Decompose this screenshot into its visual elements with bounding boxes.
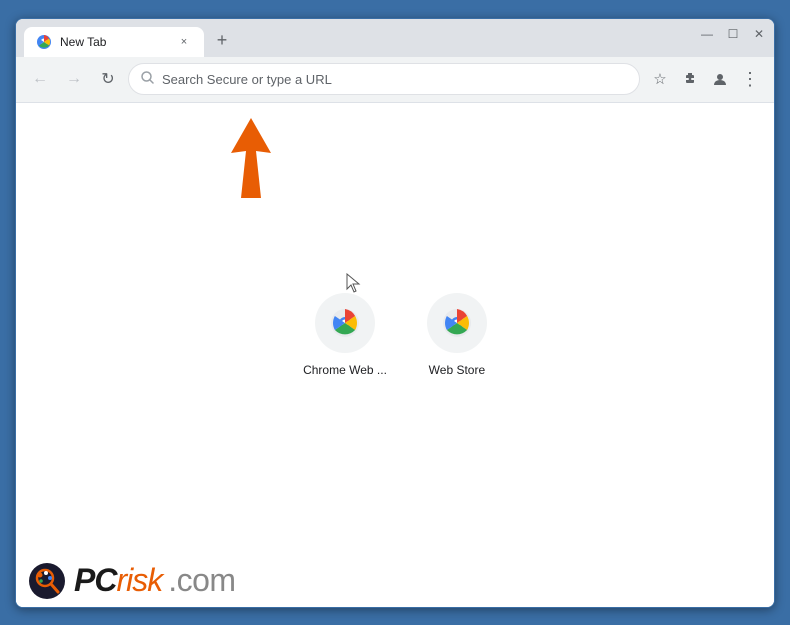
back-arrow-icon: ← xyxy=(32,70,48,88)
shortcut-chrome-web[interactable]: Chrome Web ... xyxy=(303,293,387,377)
menu-icon: ⋮ xyxy=(741,69,759,90)
watermark-text-domain: .com xyxy=(168,562,235,599)
tab-title: New Tab xyxy=(60,35,168,49)
chrome-logo-2-icon xyxy=(442,308,472,338)
tab-favicon xyxy=(36,34,52,50)
toolbar: ← → ↻ Search Secure or type a URL ☆ xyxy=(16,57,774,103)
window-controls: — ☐ ✕ xyxy=(700,27,766,41)
omnibox-placeholder: Search Secure or type a URL xyxy=(162,72,627,87)
chrome-logo-icon xyxy=(330,308,360,338)
profile-button[interactable] xyxy=(706,65,734,93)
bookmark-icon: ☆ xyxy=(653,70,666,88)
toolbar-actions: ☆ ⋮ xyxy=(646,65,764,93)
content-area: Chrome Web ... Web Store xyxy=(16,103,774,607)
watermark-text-pc: PCrisk xyxy=(74,562,162,599)
shortcut-chrome-web-icon xyxy=(315,293,375,353)
shortcut-web-store-label: Web Store xyxy=(429,363,485,377)
maximize-button[interactable]: ☐ xyxy=(726,27,740,41)
search-icon xyxy=(141,71,154,87)
close-button[interactable]: ✕ xyxy=(752,27,766,41)
refresh-icon: ↻ xyxy=(101,69,114,89)
omnibox[interactable]: Search Secure or type a URL xyxy=(128,63,640,95)
title-bar: New Tab × + — ☐ ✕ xyxy=(16,19,774,57)
watermark-logo: PCrisk.com xyxy=(74,562,236,599)
new-tab-button[interactable]: + xyxy=(208,27,236,55)
back-button[interactable]: ← xyxy=(26,65,54,93)
extensions-icon xyxy=(682,71,698,87)
shortcut-web-store-icon xyxy=(427,293,487,353)
pcrisk-logo-icon xyxy=(28,562,66,600)
minimize-button[interactable]: — xyxy=(700,27,714,41)
watermark-text-risk: risk xyxy=(116,562,162,598)
shortcut-web-store[interactable]: Web Store xyxy=(427,293,487,377)
forward-arrow-icon: → xyxy=(66,70,82,88)
shortcuts-grid: Chrome Web ... Web Store xyxy=(303,293,487,377)
menu-button[interactable]: ⋮ xyxy=(736,65,764,93)
browser-window: New Tab × + — ☐ ✕ ← → ↻ Search Sec xyxy=(15,18,775,608)
tab-close-button[interactable]: × xyxy=(176,34,192,50)
extensions-button[interactable] xyxy=(676,65,704,93)
watermark: PCrisk.com xyxy=(16,555,248,607)
profile-icon xyxy=(712,71,728,87)
refresh-button[interactable]: ↻ xyxy=(94,65,122,93)
shortcut-chrome-web-label: Chrome Web ... xyxy=(303,363,387,377)
forward-button[interactable]: → xyxy=(60,65,88,93)
active-tab[interactable]: New Tab × xyxy=(24,27,204,57)
bookmark-button[interactable]: ☆ xyxy=(646,65,674,93)
